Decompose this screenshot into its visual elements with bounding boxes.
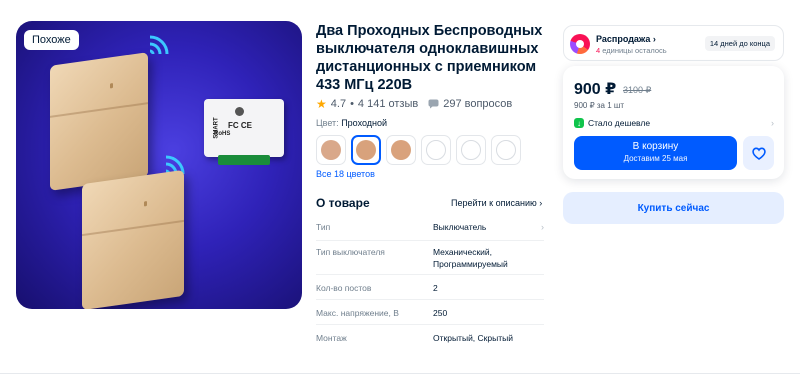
rating-value: 4.7 xyxy=(330,98,347,110)
color-label: Цвет: Проходной xyxy=(316,118,387,128)
product-title: Два Проходных Беспроводных выключателя о… xyxy=(316,23,543,93)
rating-separator: • xyxy=(350,98,354,110)
price-old: 3100 ₽ xyxy=(623,85,652,95)
add-to-cart-button[interactable]: В корзину Доставим 25 мая xyxy=(574,136,737,170)
swatch-color-dot xyxy=(391,140,411,160)
specs-table: Тип Выключатель › Тип выключателя Механи… xyxy=(316,215,544,351)
spec-row: Тип выключателя Механический, Программир… xyxy=(316,241,544,275)
spec-value: 250 xyxy=(433,308,448,318)
color-swatch[interactable] xyxy=(421,135,451,165)
sale-count: 4 xyxy=(596,46,601,55)
receiver-mark: RoHS xyxy=(214,131,231,137)
spec-row: Монтаж Открытый, Скрытый xyxy=(316,325,544,351)
spec-key: Тип xyxy=(316,222,331,232)
delivery-date: Доставим 25 мая xyxy=(623,154,688,163)
swatch-color-dot xyxy=(356,140,376,160)
switch-panel-image xyxy=(82,169,184,309)
swatch-color-dot xyxy=(426,140,446,160)
add-to-cart-label: В корзину xyxy=(632,141,679,152)
spec-row[interactable]: Тип Выключатель › xyxy=(316,215,544,241)
spec-key: Монтаж xyxy=(316,333,347,343)
receiver-terminal xyxy=(218,155,270,165)
all-colors-link[interactable]: Все 18 цветов xyxy=(316,169,375,179)
reviews-link[interactable]: 4 141 отзыв xyxy=(358,98,418,110)
price-per-unit: 900 ₽ за 1 шт xyxy=(574,101,624,110)
swatch-color-dot xyxy=(321,140,341,160)
sale-banner[interactable]: Распродажа › 4 единицы осталось 14 дней … xyxy=(563,25,784,61)
color-swatch[interactable] xyxy=(491,135,521,165)
price-card: 900 ₽ 3100 ₽ 900 ₽ за 1 шт ↓ Стало дешев… xyxy=(563,66,784,179)
spec-value: Механический, Программируемый xyxy=(433,247,508,269)
price-current: 900 ₽ xyxy=(574,81,617,98)
product-image-gallery[interactable]: Похоже SMART RoHS FC CE xyxy=(16,21,302,309)
switch-panel-image xyxy=(50,52,148,191)
spec-key: Макс. напряжение, В xyxy=(316,308,399,318)
spec-row: Кол-во постов 2 xyxy=(316,275,544,300)
chevron-right-icon: › xyxy=(771,118,774,128)
spec-key: Кол-во постов xyxy=(316,283,372,293)
color-swatches xyxy=(316,135,521,165)
questions-icon xyxy=(428,99,439,109)
receiver-mark: FC CE xyxy=(228,121,252,130)
favorite-button[interactable] xyxy=(743,136,774,170)
about-title: О товаре xyxy=(316,196,370,210)
sale-name[interactable]: Распродажа › xyxy=(596,34,656,44)
price-dropped-text: Стало дешевле xyxy=(588,118,651,128)
spec-key: Тип выключателя xyxy=(316,247,385,257)
buy-now-button[interactable]: Купить сейчас xyxy=(563,192,784,224)
spec-value: 2 xyxy=(433,283,438,293)
heart-icon xyxy=(751,147,766,160)
rating-row[interactable]: ★ 4.7 • 4 141 отзыв 297 вопросов xyxy=(316,97,512,111)
spec-row: Макс. напряжение, В 250 xyxy=(316,300,544,325)
sale-logo-icon xyxy=(570,34,590,54)
star-icon: ★ xyxy=(316,97,327,111)
spec-value: Выключатель xyxy=(433,222,487,232)
cheaper-check-icon: ↓ xyxy=(574,118,584,128)
chevron-right-icon: › xyxy=(541,222,544,232)
similar-badge[interactable]: Похоже xyxy=(24,30,79,50)
questions-link[interactable]: 297 вопросов xyxy=(443,98,512,110)
receiver-lens xyxy=(235,107,244,116)
color-label-key: Цвет: xyxy=(316,118,339,128)
receiver-module-image: SMART RoHS FC CE xyxy=(204,99,284,165)
spec-value: Открытый, Скрытый xyxy=(433,333,513,343)
color-swatch[interactable] xyxy=(456,135,486,165)
wifi-icon xyxy=(149,35,169,55)
sale-count-suffix: единицы осталось xyxy=(602,46,667,55)
color-swatch[interactable] xyxy=(316,135,346,165)
days-left-badge: 14 дней до конца xyxy=(704,36,775,51)
price-dropped-link[interactable]: ↓ Стало дешевле xyxy=(574,118,650,128)
sale-stock: 4 единицы осталось xyxy=(596,46,667,55)
swatch-color-dot xyxy=(496,140,516,160)
color-value: Проходной xyxy=(341,118,388,128)
color-swatch[interactable] xyxy=(386,135,416,165)
color-swatch-selected[interactable] xyxy=(351,135,381,165)
description-link[interactable]: Перейти к описанию › xyxy=(451,198,542,208)
swatch-color-dot xyxy=(461,140,481,160)
